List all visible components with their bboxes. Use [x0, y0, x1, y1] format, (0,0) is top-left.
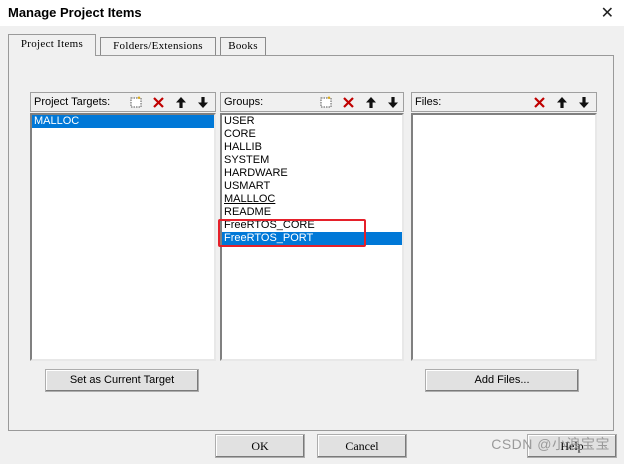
list-item[interactable]: HARDWARE: [222, 167, 402, 180]
ok-button[interactable]: OK: [215, 434, 305, 458]
cancel-button[interactable]: Cancel: [317, 434, 407, 458]
list-item[interactable]: FreeRTOS_PORT: [222, 232, 402, 245]
project-targets-header: Project Targets:: [30, 92, 216, 112]
new-item-icon[interactable]: [317, 95, 335, 110]
list-item[interactable]: CORE: [222, 128, 402, 141]
window-title: Manage Project Items: [8, 5, 142, 20]
files-header: Files:: [411, 92, 597, 112]
tab-books[interactable]: Books: [220, 37, 266, 55]
list-item[interactable]: HALLIB: [222, 141, 402, 154]
add-files-button[interactable]: Add Files...: [425, 369, 579, 392]
move-up-icon[interactable]: [553, 95, 571, 110]
groups-label: Groups:: [224, 96, 264, 108]
tab-folders-extensions[interactable]: Folders/Extensions: [100, 37, 216, 55]
watermark: CSDN @小浪宝宝: [491, 436, 610, 452]
list-item[interactable]: README: [222, 206, 402, 219]
move-up-icon[interactable]: [172, 95, 190, 110]
files-label: Files:: [415, 96, 442, 108]
move-up-icon[interactable]: [362, 95, 380, 110]
move-down-icon[interactable]: [384, 95, 402, 110]
tab-project-items[interactable]: Project Items: [8, 34, 96, 56]
list-item[interactable]: FreeRTOS_CORE: [222, 219, 402, 232]
delete-icon[interactable]: [149, 95, 167, 110]
delete-icon[interactable]: [339, 95, 357, 110]
dialog-body: Project Items Folders/Extensions Books P…: [0, 26, 624, 464]
project-targets-list[interactable]: MALLOC: [30, 113, 216, 361]
new-item-icon[interactable]: [127, 95, 145, 110]
delete-icon[interactable]: [530, 95, 548, 110]
set-current-target-button[interactable]: Set as Current Target: [45, 369, 199, 392]
groups-list[interactable]: USER CORE HALLIB SYSTEM HARDWARE USMART …: [220, 113, 404, 361]
list-item[interactable]: USMART: [222, 180, 402, 193]
list-item[interactable]: USER: [222, 115, 402, 128]
title-bar: Manage Project Items ✕: [0, 0, 624, 26]
list-item[interactable]: MALLLOC: [222, 193, 402, 206]
move-down-icon[interactable]: [575, 95, 593, 110]
project-targets-label: Project Targets:: [34, 96, 111, 108]
list-item[interactable]: SYSTEM: [222, 154, 402, 167]
move-down-icon[interactable]: [194, 95, 212, 110]
close-icon[interactable]: ✕: [601, 3, 614, 23]
groups-header: Groups:: [220, 92, 404, 112]
files-list[interactable]: [411, 113, 597, 361]
tab-panel-project-items: Project Targets: MALLOC Groups: USER COR…: [8, 55, 614, 431]
list-item[interactable]: MALLOC: [32, 115, 214, 128]
